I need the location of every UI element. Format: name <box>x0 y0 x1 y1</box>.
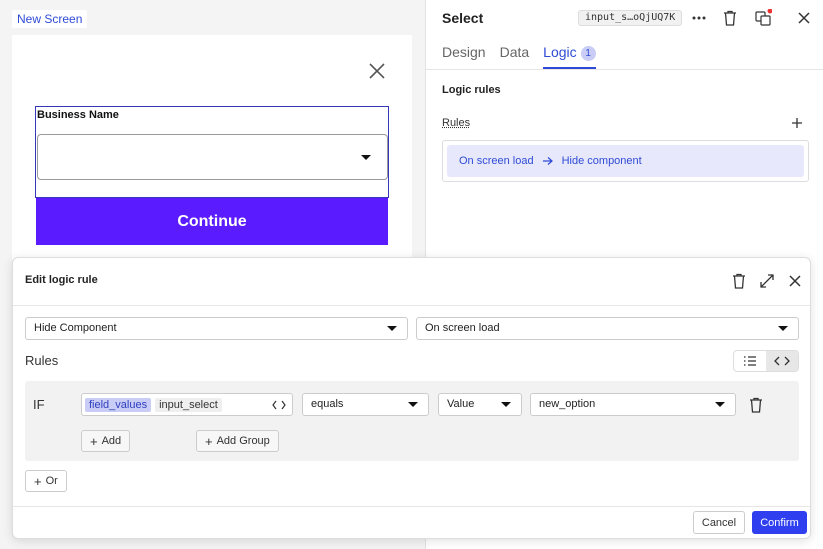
code-icon[interactable] <box>272 398 286 412</box>
rule-card[interactable]: On screen load Hide component <box>442 140 809 182</box>
value-type-select[interactable]: Value <box>438 393 522 416</box>
rules-label: Rules <box>442 117 470 129</box>
operator-select[interactable]: equals <box>302 393 429 416</box>
screen-tag[interactable]: New Screen <box>12 10 87 28</box>
selected-select-component[interactable]: Business Name <box>35 106 389 198</box>
translate-icon[interactable] <box>754 9 772 27</box>
rule-trigger: On screen load <box>459 155 534 167</box>
tab-design[interactable]: Design <box>442 44 486 69</box>
chevron-down-icon <box>778 326 788 331</box>
edit-logic-rule-dialog: Edit logic rule Hide Component On screen… <box>12 257 811 539</box>
screen-preview: Business Name Continue <box>12 35 412 295</box>
expand-icon[interactable] <box>758 272 776 290</box>
cancel-button[interactable]: Cancel <box>693 511 745 534</box>
panel-tabs: Design Data Logic 1 <box>442 44 596 69</box>
rules-heading: Rules <box>25 353 58 368</box>
condition-group: IF field_values input_select equals Valu… <box>25 381 799 461</box>
close-icon[interactable] <box>367 61 387 81</box>
list-icon <box>743 355 757 367</box>
dialog-title: Edit logic rule <box>25 274 98 286</box>
chevron-down-icon <box>715 402 725 407</box>
logic-count-badge: 1 <box>581 46 596 61</box>
field-source-chip: field_values <box>85 398 151 412</box>
field-picker[interactable]: field_values input_select <box>81 393 293 416</box>
rule-action: Hide component <box>562 155 642 167</box>
divider <box>13 305 810 306</box>
if-label: IF <box>33 397 45 412</box>
close-icon[interactable] <box>786 272 804 290</box>
divider <box>13 506 810 507</box>
continue-button[interactable]: Continue <box>36 198 388 245</box>
chevron-down-icon <box>501 402 511 407</box>
panel-title: Select <box>442 10 483 26</box>
close-icon[interactable] <box>795 9 813 27</box>
add-condition-button[interactable]: + Add <box>81 430 130 452</box>
chevron-down-icon <box>408 402 418 407</box>
trash-icon[interactable] <box>721 9 739 27</box>
plus-icon: + <box>34 475 42 488</box>
add-group-button[interactable]: + Add Group <box>196 430 279 452</box>
list-view-toggle[interactable] <box>734 351 766 371</box>
trash-icon[interactable] <box>749 397 763 413</box>
tab-data[interactable]: Data <box>500 44 530 69</box>
value-select[interactable]: new_option <box>530 393 736 416</box>
action-select[interactable]: Hide Component <box>25 317 408 340</box>
view-toggle <box>733 350 799 372</box>
divider <box>426 69 823 70</box>
code-icon <box>774 355 790 367</box>
more-icon[interactable] <box>690 9 708 27</box>
confirm-button[interactable]: Confirm <box>752 511 807 534</box>
add-rule-icon[interactable] <box>790 116 804 130</box>
section-title: Logic rules <box>442 84 501 96</box>
field-name-chip: input_select <box>155 398 222 412</box>
trash-icon[interactable] <box>730 272 748 290</box>
trigger-select[interactable]: On screen load <box>416 317 799 340</box>
rule-summary[interactable]: On screen load Hide component <box>447 145 804 177</box>
plus-icon: + <box>205 435 213 448</box>
tab-logic[interactable]: Logic 1 <box>543 44 595 69</box>
chevron-down-icon <box>387 326 397 331</box>
select-input[interactable] <box>37 134 388 180</box>
arrow-right-icon <box>542 156 554 166</box>
chevron-down-icon <box>361 155 371 160</box>
code-view-toggle[interactable] <box>766 351 798 371</box>
component-id[interactable]: input_s…oQjUQ7K <box>578 10 682 26</box>
plus-icon: + <box>90 435 98 448</box>
or-button[interactable]: + Or <box>25 470 67 492</box>
field-label: Business Name <box>37 109 119 121</box>
